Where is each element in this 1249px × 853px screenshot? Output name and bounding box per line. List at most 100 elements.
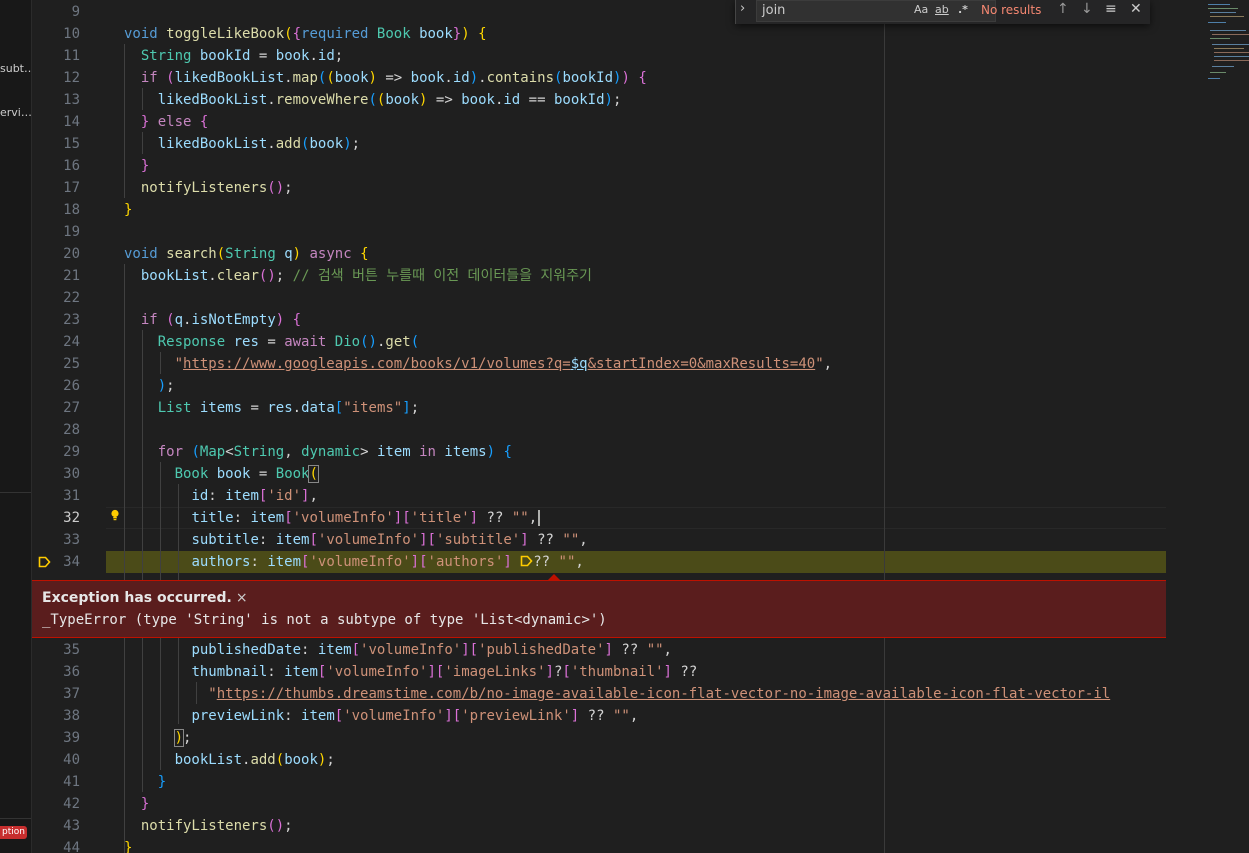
token: get xyxy=(385,334,411,350)
token: ( xyxy=(267,180,276,196)
find-in-selection-icon[interactable]: ≡ xyxy=(1105,1,1117,17)
find-result-count: No results xyxy=(981,3,1042,17)
line-number: 28 xyxy=(63,422,80,438)
token: > xyxy=(360,444,369,460)
minimap[interactable] xyxy=(1198,0,1249,853)
token: , xyxy=(823,356,833,372)
token: notifyListeners xyxy=(140,180,268,196)
next-match-arrow-down-icon[interactable]: ↓ xyxy=(1081,1,1093,17)
token: . xyxy=(478,70,487,86)
token: bookList xyxy=(140,268,209,284)
text-cursor xyxy=(538,510,541,526)
token: ] xyxy=(427,664,436,680)
token: == xyxy=(528,92,546,108)
line-number: 44 xyxy=(63,840,80,853)
token: : xyxy=(208,488,217,504)
token: if xyxy=(140,312,158,328)
code-line-10: void toggleLikeBook({required Book book}… xyxy=(106,23,487,45)
token: ) xyxy=(267,268,276,284)
minimap-line xyxy=(1214,48,1244,49)
token: ( xyxy=(267,818,276,834)
token: ) xyxy=(275,818,285,834)
use-regex-button[interactable]: .* xyxy=(958,3,968,16)
token: 'authors' xyxy=(427,554,504,570)
token: [ xyxy=(284,510,293,526)
code-line-43: notifyListeners(); xyxy=(106,815,293,837)
token: ] xyxy=(444,708,453,724)
previous-match-arrow-up-icon[interactable]: ↑ xyxy=(1057,1,1069,17)
url-link[interactable]: &startIndex=0&maxResults=40 xyxy=(588,356,816,372)
minimap-line xyxy=(1214,60,1249,61)
token: ; xyxy=(183,730,192,746)
token: [ xyxy=(452,708,462,724)
token: 'id' xyxy=(267,488,302,504)
token: ( xyxy=(284,26,293,42)
token: subtitle xyxy=(191,532,259,548)
token: [ xyxy=(402,510,411,526)
token: item xyxy=(225,488,259,504)
token: ( xyxy=(191,444,200,460)
exception-close-button[interactable]: × xyxy=(236,590,248,606)
token: { xyxy=(503,444,512,460)
line-number: 41 xyxy=(63,774,80,790)
toggle-replace-chevron-icon[interactable]: › xyxy=(740,1,745,16)
match-whole-word-button[interactable]: ab xyxy=(935,3,949,16)
url-link[interactable]: https://thumbs.dreamstime.com/b/no-image… xyxy=(217,686,1110,702)
minimap-line xyxy=(1208,4,1230,5)
token: id xyxy=(452,70,470,86)
token: : xyxy=(267,664,276,680)
minimap-line xyxy=(1214,52,1249,53)
token: ] xyxy=(419,532,428,548)
line-number: 26 xyxy=(63,378,80,394)
token: ; xyxy=(166,378,175,394)
token: book xyxy=(216,466,251,482)
line-number: 42 xyxy=(63,796,80,812)
minimap-line xyxy=(1212,66,1234,67)
token: items xyxy=(199,400,243,416)
token: 'volumeInfo' xyxy=(317,532,420,548)
code-line-15: likedBookList.add(book); xyxy=(106,133,360,155)
token: ] xyxy=(393,510,403,526)
token: "items" xyxy=(343,400,403,416)
minimap-line xyxy=(1210,30,1246,31)
token: ] xyxy=(410,554,420,570)
code-line-42: } xyxy=(106,793,149,815)
debug-stopped-arrow-icon[interactable] xyxy=(38,556,51,568)
token: item xyxy=(267,554,302,570)
token: } xyxy=(452,26,462,42)
code-line-14: } else { xyxy=(106,111,208,133)
token: book xyxy=(275,48,310,64)
token: notifyListeners xyxy=(140,818,268,834)
sidebar-fragment[interactable]: subt… xyxy=(0,62,31,75)
line-number: 22 xyxy=(63,290,80,306)
token: String xyxy=(225,246,276,262)
code-editor[interactable]: 9 10 11 12 13 14 15 16 17 18 19 20 21 22… xyxy=(32,0,1249,853)
token: res xyxy=(233,334,259,350)
token: q xyxy=(284,246,293,262)
line-number: 30 xyxy=(63,466,80,482)
code-line-27: List items = res.data["items"]; xyxy=(106,397,419,419)
token: ] xyxy=(570,708,580,724)
token: [ xyxy=(309,532,318,548)
line-number-active: 32 xyxy=(63,510,80,526)
token: id xyxy=(191,488,209,504)
code-line-17: notifyListeners(); xyxy=(106,177,293,199)
token: removeWhere xyxy=(275,92,369,108)
line-number: 11 xyxy=(63,48,80,64)
token: ] xyxy=(663,664,672,680)
sidebar-fragment[interactable]: ervi… xyxy=(0,106,31,119)
url-link[interactable]: https://www.googleapis.com/books/v1/volu… xyxy=(183,356,571,372)
line-number: 19 xyxy=(63,224,80,240)
token: likedBookList xyxy=(157,136,268,152)
token: ; xyxy=(410,400,420,416)
code-line-25: "https://www.googleapis.com/books/v1/vol… xyxy=(106,353,832,375)
code-area[interactable]: void toggleLikeBook({required Book book}… xyxy=(106,0,1166,853)
close-find-widget-icon[interactable]: ✕ xyxy=(1130,1,1142,17)
token: "" xyxy=(612,708,630,724)
token: ) xyxy=(469,70,479,86)
match-case-button[interactable]: Aa xyxy=(914,3,928,16)
line-number-gutter[interactable]: 9 10 11 12 13 14 15 16 17 18 19 20 21 22… xyxy=(32,0,106,853)
minimap-line xyxy=(1212,44,1249,45)
line-number: 36 xyxy=(63,664,80,680)
token: } xyxy=(140,114,150,130)
